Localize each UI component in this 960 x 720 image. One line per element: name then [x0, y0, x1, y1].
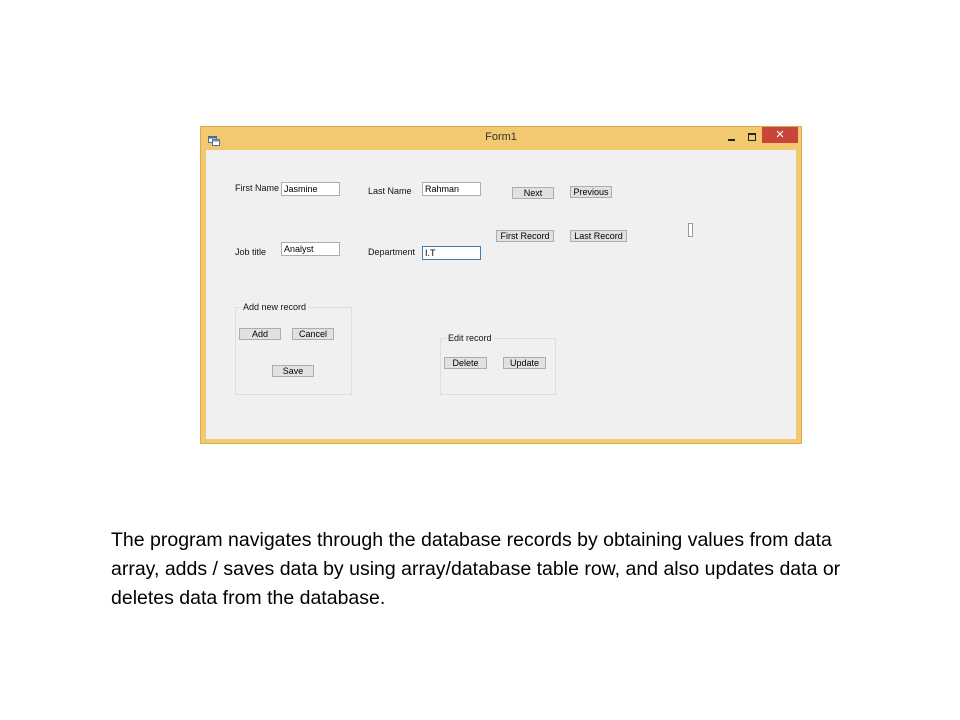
last-record-button[interactable]: Last Record	[570, 230, 627, 242]
update-button[interactable]: Update	[503, 357, 546, 369]
window-title: Form1	[485, 131, 517, 143]
edit-record-title: Edit record	[446, 333, 494, 343]
next-button[interactable]: Next	[512, 187, 554, 199]
maximize-icon[interactable]	[745, 129, 759, 145]
cancel-button[interactable]: Cancel	[292, 328, 334, 340]
previous-button[interactable]: Previous	[570, 186, 612, 198]
department-field[interactable]: I.T	[422, 246, 481, 260]
title-bar[interactable]: Form1 ✕	[201, 127, 801, 149]
close-icon[interactable]: ✕	[762, 127, 798, 143]
minimize-icon[interactable]	[725, 129, 739, 145]
form1-window: Form1 ✕ First Name Jasmine Last Name Rah…	[200, 126, 802, 444]
first-record-button[interactable]: First Record	[496, 230, 554, 242]
form-client-area: First Name Jasmine Last Name Rahman Next…	[206, 150, 796, 439]
add-new-record-title: Add new record	[241, 302, 309, 312]
job-title-field[interactable]: Analyst	[281, 242, 340, 256]
last-name-field[interactable]: Rahman	[422, 182, 481, 196]
last-name-label: Last Name	[368, 186, 412, 196]
add-button[interactable]: Add	[239, 328, 281, 340]
first-name-label: First Name	[235, 183, 280, 193]
slide-caption: The program navigates through the databa…	[111, 529, 841, 609]
edit-record-group: Edit record Delete Update	[440, 333, 556, 395]
save-button[interactable]: Save	[272, 365, 314, 377]
add-new-record-group: Add new record Add Cancel Save	[235, 302, 352, 395]
first-name-field[interactable]: Jasmine	[281, 182, 340, 196]
delete-button[interactable]: Delete	[444, 357, 487, 369]
small-control[interactable]	[688, 223, 693, 237]
job-title-label: Job title	[235, 247, 267, 257]
department-label: Department	[368, 247, 416, 257]
